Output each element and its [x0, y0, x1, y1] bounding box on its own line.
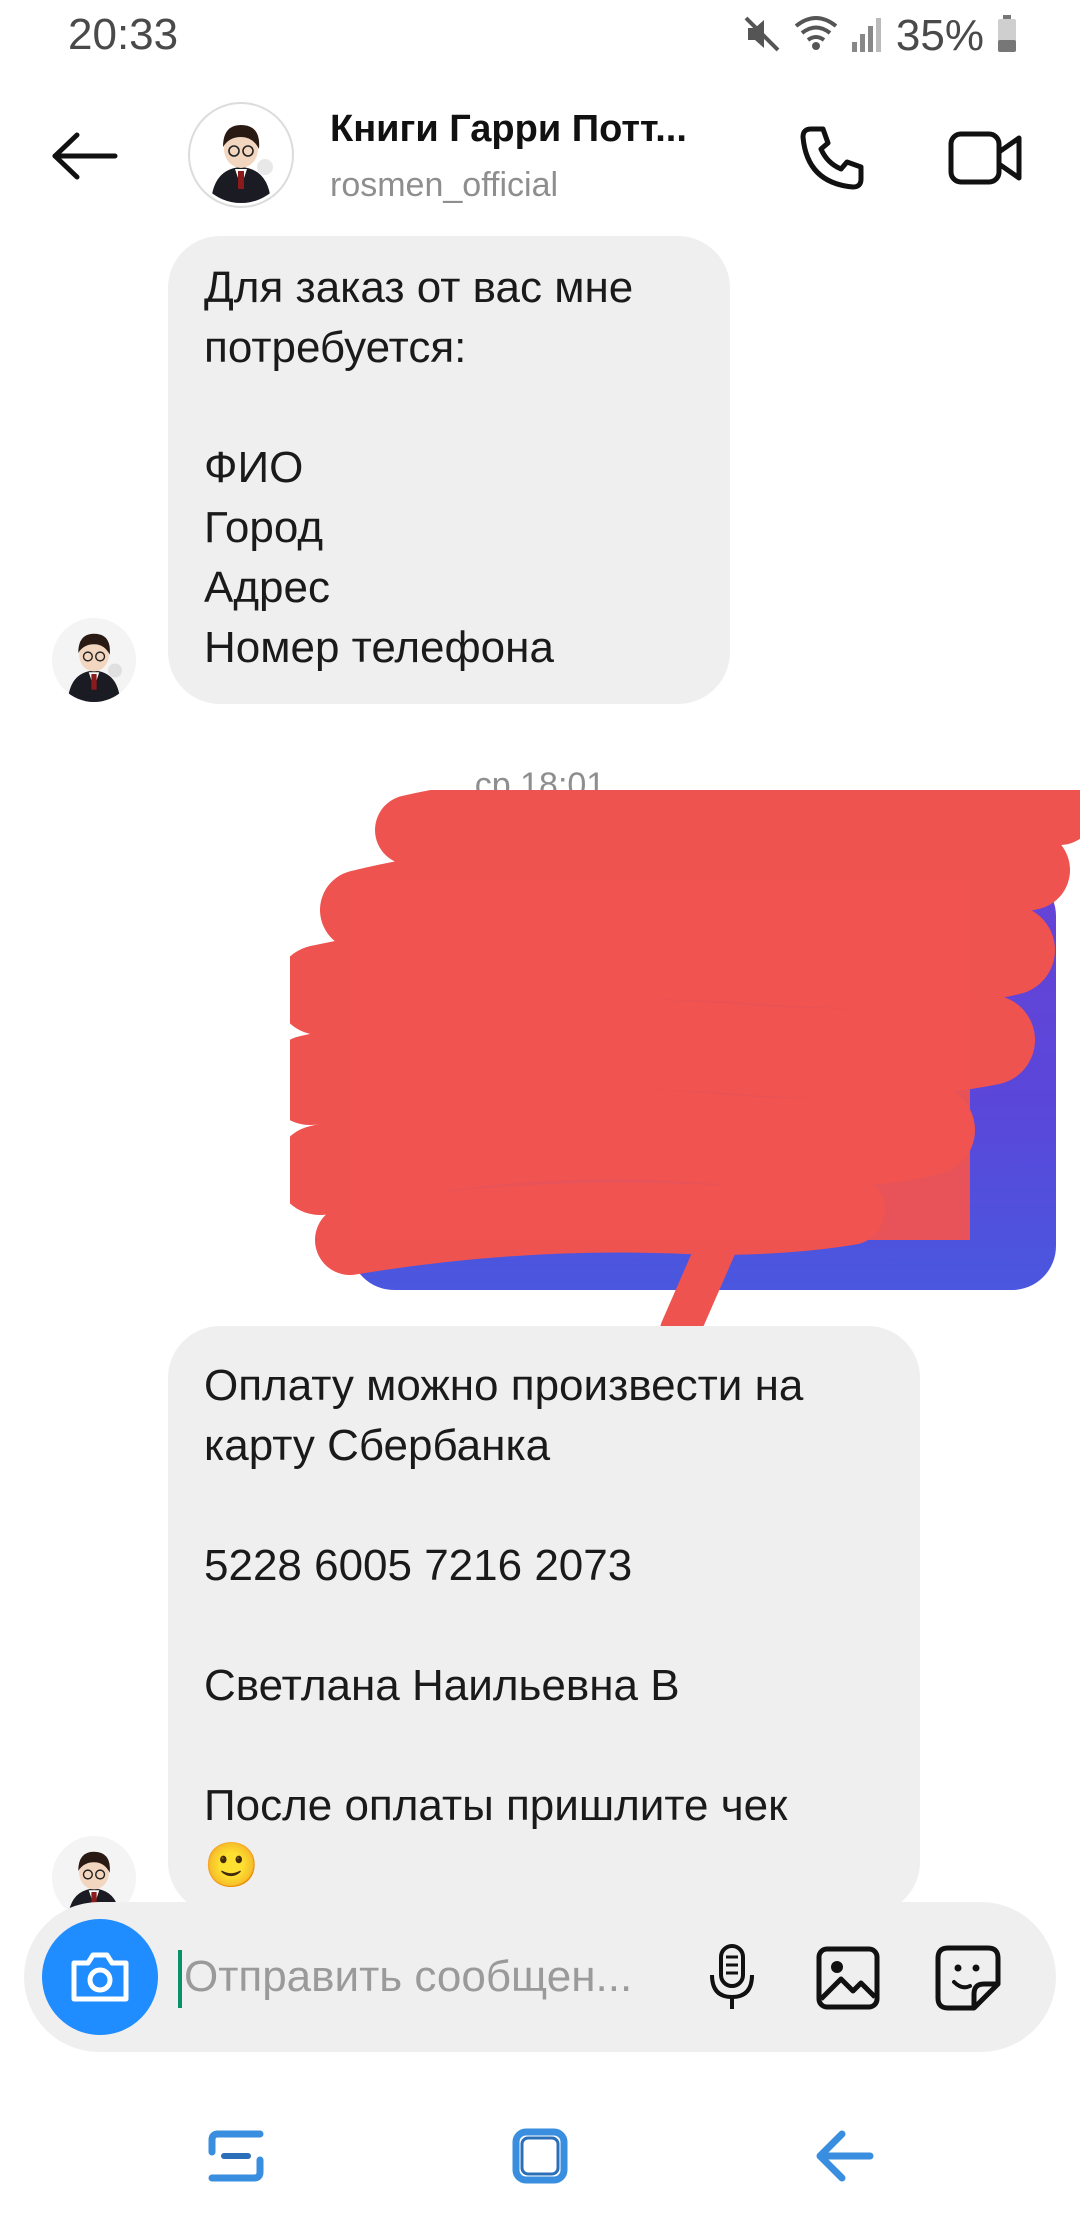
message-line: карту Сбербанка: [204, 1421, 551, 1470]
avatar: [193, 107, 289, 203]
arrow-left-icon: [52, 132, 118, 180]
system-nav-bar: [0, 2090, 1080, 2220]
status-bar: 20:33 35%: [0, 0, 1080, 76]
message-line: [204, 1476, 884, 1536]
smiley-emoji: 🙂: [204, 1841, 259, 1890]
mute-icon: [742, 14, 782, 59]
camera-button[interactable]: [42, 1919, 158, 2035]
card-number-text: 5228 6005 7216 2073: [204, 1541, 633, 1590]
camera-icon: [71, 1952, 129, 2002]
signal-icon: [850, 14, 884, 59]
image-icon: [816, 1946, 880, 2010]
gallery-button[interactable]: [808, 1938, 888, 2018]
message-line: После оплаты пришлите чек: [204, 1781, 788, 1830]
chat-username[interactable]: rosmen_official: [330, 166, 558, 205]
wifi-icon: [794, 14, 838, 59]
sticker-icon: [935, 1945, 1001, 2011]
phone-icon: [800, 126, 864, 190]
battery-percent: 35%: [895, 11, 984, 60]
home-button[interactable]: [500, 2116, 580, 2196]
nav-back-button[interactable]: [804, 2116, 884, 2196]
status-icons: 35%: [742, 8, 1018, 64]
message-composer: [24, 1902, 1056, 2052]
message-line: потребуется:: [204, 323, 467, 372]
battery-icon: [996, 14, 1018, 59]
microphone-icon: [710, 1944, 754, 2009]
message-line: [204, 1596, 884, 1656]
message-line: ФИО: [204, 443, 304, 492]
back-button[interactable]: [44, 116, 124, 196]
avatar-illustration: [52, 618, 136, 702]
chat-screen: 20:33 35% Книги Гарри Потт... rosmen_off…: [0, 0, 1080, 2220]
recents-icon: [208, 2130, 264, 2182]
message-line: Светлана Наильевна В: [204, 1661, 680, 1710]
nav-back-icon: [816, 2130, 874, 2182]
sender-avatar[interactable]: [52, 618, 136, 702]
avatar-illustration: [193, 107, 289, 203]
message-line: [204, 1716, 884, 1776]
chat-title[interactable]: Книги Гарри Потт...: [330, 108, 687, 151]
sticker-button[interactable]: [928, 1938, 1008, 2018]
video-call-button[interactable]: [940, 116, 1030, 200]
message-line: [204, 378, 694, 438]
message-line: Номер телефона: [204, 623, 554, 672]
redaction-scribble: [290, 790, 1080, 1350]
recents-button[interactable]: [196, 2116, 276, 2196]
message-line: Оплату можно произвести на: [204, 1361, 804, 1410]
incoming-message-bubble[interactable]: Для заказ от вас мне потребуется: ФИО Го…: [168, 236, 730, 704]
header-avatar[interactable]: [188, 102, 294, 208]
message-input[interactable]: [184, 1942, 704, 2012]
text-cursor: [178, 1950, 182, 2008]
message-line: Для заказ от вас мне: [204, 263, 634, 312]
voice-message-button[interactable]: [692, 1938, 772, 2018]
status-time: 20:33: [68, 10, 179, 59]
video-camera-icon: [948, 131, 1022, 185]
audio-call-button[interactable]: [790, 116, 874, 200]
incoming-message-bubble[interactable]: Оплату можно произвести на карту Сбербан…: [168, 1326, 920, 1914]
home-icon: [512, 2128, 568, 2184]
message-line: Адрес: [204, 563, 330, 612]
message-line: Город: [204, 503, 324, 552]
chat-header: Книги Гарри Потт... rosmen_official: [0, 86, 1080, 236]
